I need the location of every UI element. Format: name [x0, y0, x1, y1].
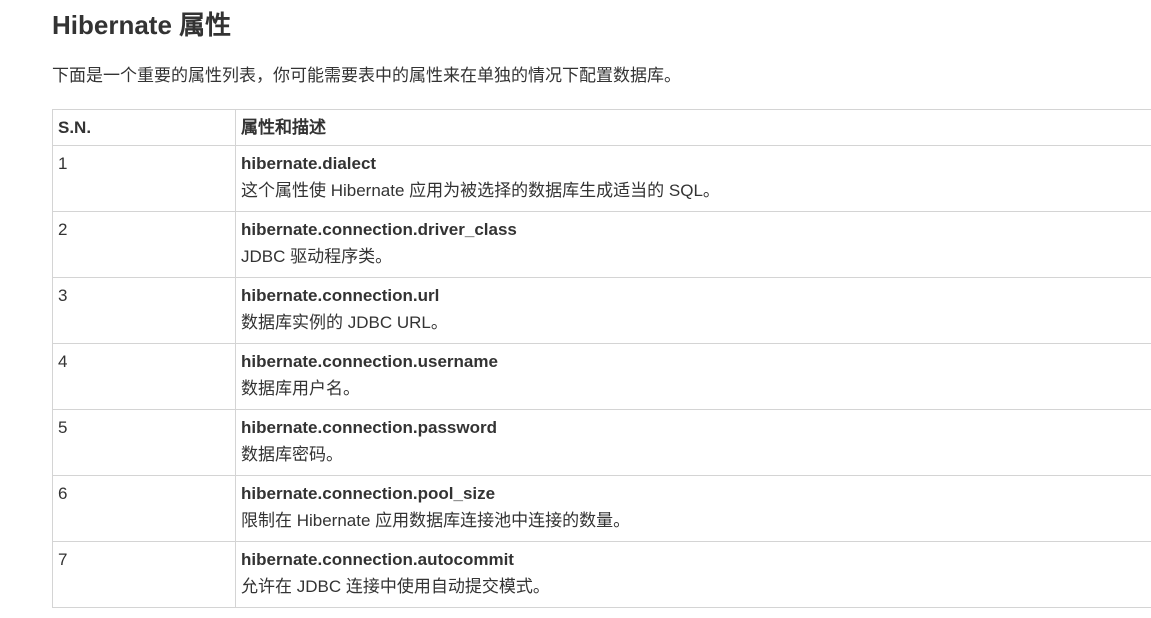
property-description: 这个属性使 Hibernate 应用为被选择的数据库生成适当的 SQL。 [241, 181, 720, 200]
row-number-cell: 5 [52, 409, 236, 476]
property-cell: hibernate.connection.pool_size 限制在 Hiber… [235, 475, 1151, 542]
property-description: JDBC 驱动程序类。 [241, 247, 393, 266]
row-number: 7 [58, 550, 68, 569]
property-name: hibernate.connection.pool_size [241, 484, 496, 503]
property-name: hibernate.connection.driver_class [241, 220, 517, 239]
row-number: 4 [58, 352, 68, 371]
row-number: 6 [58, 484, 68, 503]
property-name: hibernate.connection.username [241, 352, 498, 371]
table-row: 2 hibernate.connection.driver_class JDBC… [52, 211, 1151, 278]
intro-paragraph: 下面是一个重要的属性列表，你可能需要表中的属性来在单独的情况下配置数据库。 [52, 66, 681, 85]
table-row: 6 hibernate.connection.pool_size 限制在 Hib… [52, 475, 1151, 542]
property-cell: hibernate.connection.password 数据库密码。 [235, 409, 1151, 476]
property-cell: hibernate.connection.url 数据库实例的 JDBC URL… [235, 277, 1151, 344]
row-number: 2 [58, 220, 68, 239]
property-description: 允许在 JDBC 连接中使用自动提交模式。 [241, 577, 550, 596]
property-description: 数据库密码。 [241, 445, 343, 464]
row-number: 3 [58, 286, 68, 305]
property-description: 限制在 Hibernate 应用数据库连接池中连接的数量。 [241, 511, 631, 530]
row-number-cell: 3 [52, 277, 236, 344]
row-number: 5 [58, 418, 68, 437]
property-cell: hibernate.connection.username 数据库用户名。 [235, 343, 1151, 410]
row-number-cell: 2 [52, 211, 236, 278]
table-row: 7 hibernate.connection.autocommit 允许在 JD… [52, 541, 1151, 608]
property-cell: hibernate.dialect 这个属性使 Hibernate 应用为被选择… [235, 145, 1151, 212]
table-header-row: S.N. 属性和描述 [52, 109, 1151, 146]
header-sn: S.N. [52, 109, 236, 146]
property-description: 数据库用户名。 [241, 379, 360, 398]
property-name: hibernate.connection.url [241, 286, 440, 305]
property-description: 数据库实例的 JDBC URL。 [241, 313, 448, 332]
header-property-description: 属性和描述 [235, 109, 1151, 146]
table-row: 3 hibernate.connection.url 数据库实例的 JDBC U… [52, 277, 1151, 344]
row-number: 1 [58, 154, 68, 173]
table-row: 4 hibernate.connection.username 数据库用户名。 [52, 343, 1151, 410]
property-name: hibernate.connection.password [241, 418, 497, 437]
row-number-cell: 1 [52, 145, 236, 212]
property-cell: hibernate.connection.driver_class JDBC 驱… [235, 211, 1151, 278]
row-number-cell: 7 [52, 541, 236, 608]
property-name: hibernate.dialect [241, 154, 377, 173]
row-number-cell: 6 [52, 475, 236, 542]
table-row: 5 hibernate.connection.password 数据库密码。 [52, 409, 1151, 476]
table-row: 1 hibernate.dialect 这个属性使 Hibernate 应用为被… [52, 145, 1151, 212]
row-number-cell: 4 [52, 343, 236, 410]
properties-table: S.N. 属性和描述 1 hibernate.dialect 这个属性使 Hib… [52, 109, 1151, 608]
property-name: hibernate.connection.autocommit [241, 550, 514, 569]
property-cell: hibernate.connection.autocommit 允许在 JDBC… [235, 541, 1151, 608]
page-title: Hibernate 属性 [52, 10, 232, 40]
